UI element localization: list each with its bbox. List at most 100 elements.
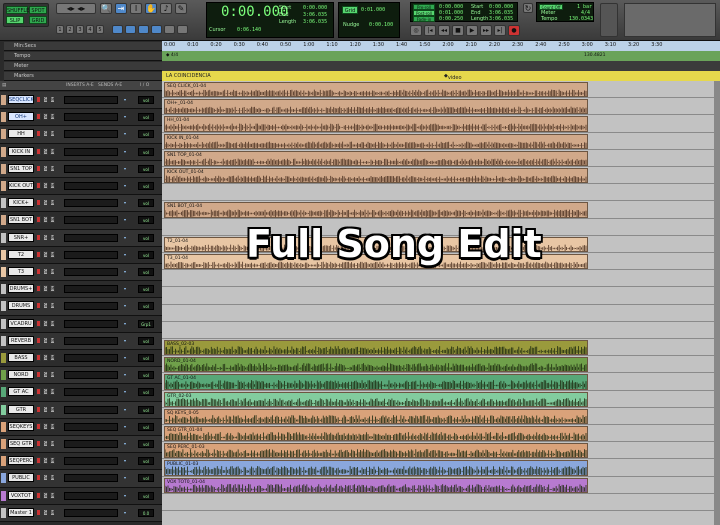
track-header[interactable]: DRUMS S M ▾ vol <box>0 298 162 316</box>
record-enable-button[interactable] <box>36 491 41 499</box>
insert-slots[interactable] <box>64 233 118 242</box>
record-enable-button[interactable] <box>36 302 41 310</box>
insert-slots[interactable] <box>64 354 118 362</box>
track-name[interactable]: DRUMS+ <box>8 284 34 294</box>
track-view-selector[interactable]: ▾ <box>124 148 136 156</box>
mute-button[interactable]: M <box>50 268 55 275</box>
mute-button[interactable]: M <box>50 508 55 516</box>
markers-ruler[interactable]: LA COINCIDENCIA ◆ video <box>162 71 720 81</box>
link-track-icon[interactable] <box>125 25 136 34</box>
track-name[interactable]: VCADRU <box>8 318 34 328</box>
track-name[interactable]: NORD <box>8 370 34 380</box>
mute-button[interactable]: M <box>50 491 55 499</box>
main-counter[interactable]: 0:00.000 Cursor 0:06.140 Start End Lengt… <box>206 2 334 38</box>
track-playlist[interactable]: GTR_02-03 <box>162 391 720 408</box>
track-header[interactable]: GT AC S M ▾ vol <box>0 384 162 402</box>
track-view-selector[interactable]: ▾ <box>124 113 136 121</box>
insert-slots[interactable] <box>64 182 118 190</box>
track-io-value[interactable]: Grp1 <box>138 319 154 328</box>
return-to-zero-button[interactable]: |◂ <box>424 25 436 36</box>
record-enable-button[interactable] <box>36 130 41 138</box>
track-name[interactable]: Master 1 <box>8 507 34 517</box>
track-playlist[interactable] <box>162 494 720 511</box>
track-header[interactable]: KICK OUT S M ▾ vol <box>0 178 162 196</box>
record-enable-button[interactable] <box>36 508 41 516</box>
track-io-value[interactable]: vol <box>138 250 154 259</box>
solo-button[interactable]: S <box>43 336 48 344</box>
track-header[interactable]: REVERB S M ▾ vol <box>0 332 162 350</box>
track-view-selector[interactable]: ▾ <box>124 96 136 104</box>
insert-slots[interactable] <box>64 336 118 345</box>
track-io-value[interactable]: vol <box>138 422 154 431</box>
track-view-selector[interactable]: ▾ <box>124 440 136 448</box>
track-playlist[interactable]: SEQ CLICK_01-04 <box>162 81 720 99</box>
insertion-follows-icon[interactable] <box>177 25 188 34</box>
record-enable-button[interactable] <box>36 440 41 447</box>
track-view-selector[interactable]: ▾ <box>124 474 136 482</box>
track-view-selector[interactable]: ▾ <box>124 199 136 207</box>
tempo-ruler-label[interactable]: Tempo <box>4 52 162 61</box>
track-view-selector[interactable]: ▾ <box>124 354 136 362</box>
track-io-value[interactable]: vol <box>138 216 154 225</box>
track-playlist[interactable]: BASS_02-03 <box>162 339 720 357</box>
track-name[interactable]: T3 <box>8 267 34 276</box>
track-header[interactable]: VCADRU S M ▾ Grp1 <box>0 315 162 333</box>
insert-slots[interactable] <box>64 422 118 431</box>
mute-button[interactable]: M <box>50 147 55 155</box>
solo-button[interactable]: S <box>43 474 48 482</box>
tab-transient-icon[interactable] <box>164 25 175 34</box>
track-header[interactable]: NORD S M ▾ vol <box>0 367 162 385</box>
record-enable-button[interactable] <box>36 250 41 258</box>
go-to-end-button[interactable]: ▸| <box>494 25 506 36</box>
track-io-value[interactable]: vol <box>138 96 154 104</box>
track-io-value[interactable]: vol <box>138 388 154 397</box>
track-name[interactable]: SEQ GTR <box>8 439 34 448</box>
track-playlist[interactable] <box>162 322 720 339</box>
fadein-value[interactable]: 0:00.250 <box>439 16 463 22</box>
record-enable-button[interactable] <box>36 113 41 121</box>
insert-slots[interactable] <box>64 113 118 122</box>
mute-button[interactable]: M <box>50 302 55 310</box>
solo-button[interactable]: S <box>43 113 48 121</box>
track-name[interactable]: SEQCLICK <box>8 95 34 104</box>
track-header[interactable]: GTR S M ▾ vol <box>0 401 162 419</box>
nudge-value[interactable]: 0:00.100 <box>369 22 393 28</box>
edit-playlist-area[interactable]: SEQ CLICK_01-04 OH+_01-04 HH_01-04 KICK IN_… <box>162 81 720 525</box>
marker-la-coincidencia[interactable]: LA COINCIDENCIA <box>166 73 211 79</box>
insert-slots[interactable] <box>64 508 118 517</box>
track-list-icon[interactable]: ▤ <box>2 83 6 88</box>
vertical-scrollbar[interactable] <box>714 81 720 525</box>
track-io-value[interactable]: vol <box>138 336 154 345</box>
slip-mode-button[interactable]: SLIP <box>6 16 24 24</box>
track-name[interactable]: REVERB <box>8 335 34 345</box>
track-header[interactable]: Master 1 S M ▾ 0.0 <box>0 504 162 522</box>
track-header[interactable]: SN1 TOP S M ▾ vol <box>0 160 162 178</box>
markers-ruler-label[interactable]: Markers <box>4 72 162 81</box>
record-enable-button[interactable] <box>36 233 41 241</box>
track-io-value[interactable]: vol <box>138 474 154 483</box>
track-playlist[interactable]: KICK OUT_01-04 <box>162 167 720 185</box>
track-name[interactable]: T2 <box>8 249 34 259</box>
track-io-value[interactable]: vol <box>138 147 154 156</box>
solo-button[interactable]: S <box>43 440 48 447</box>
track-io-value[interactable]: vol <box>138 130 154 139</box>
mute-button[interactable]: M <box>50 405 55 413</box>
track-io-value[interactable]: vol <box>138 113 154 122</box>
track-view-selector[interactable]: ▾ <box>124 406 136 414</box>
track-io-value[interactable]: vol <box>138 440 154 448</box>
track-header[interactable]: PUBLIC S M ▾ vol <box>0 470 162 488</box>
mute-button[interactable]: M <box>50 336 55 344</box>
insert-slots[interactable] <box>64 285 118 294</box>
track-header[interactable]: KICK IN S M ▾ vol <box>0 143 162 161</box>
track-header[interactable]: VOXTOT S M ▾ vol <box>0 487 162 505</box>
solo-button[interactable]: S <box>43 268 48 275</box>
solo-button[interactable]: S <box>43 388 48 396</box>
min-secs-ruler-label[interactable]: Min:Secs <box>4 42 162 51</box>
solo-button[interactable]: S <box>43 354 48 361</box>
track-io-value[interactable]: vol <box>138 457 154 466</box>
solo-button[interactable]: S <box>43 319 48 327</box>
track-playlist[interactable] <box>162 305 720 322</box>
track-view-selector[interactable]: ▾ <box>124 509 136 517</box>
track-io-value[interactable]: vol <box>138 405 154 414</box>
track-io-value[interactable]: vol <box>138 491 154 500</box>
